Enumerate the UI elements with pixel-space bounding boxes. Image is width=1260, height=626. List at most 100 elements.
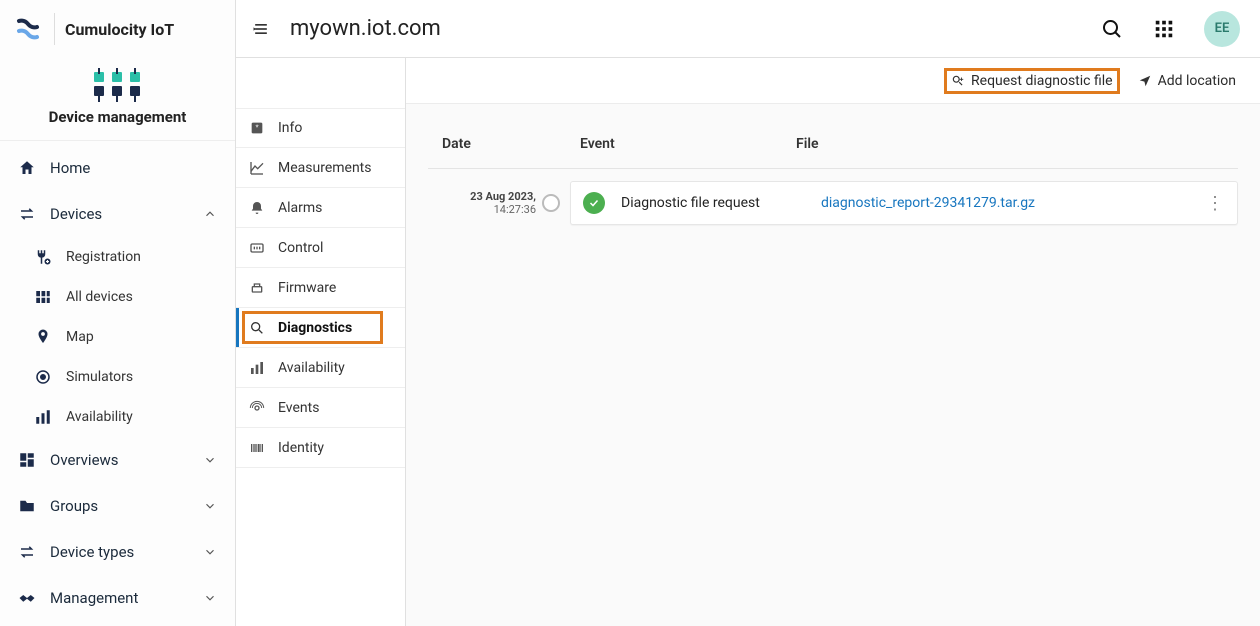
tab-info[interactable]: * Info	[236, 108, 405, 148]
nav-home[interactable]: Home	[0, 145, 235, 191]
add-location-button[interactable]: Add location	[1132, 69, 1242, 93]
timestamp-time: 14:27:36	[428, 203, 536, 216]
tab-measurements[interactable]: Measurements	[236, 148, 405, 188]
brand-module: Device management	[0, 58, 235, 141]
breadcrumb: myown.iot.com	[290, 16, 441, 41]
nav-label: Availability	[66, 409, 133, 425]
brand-logo-icon	[12, 13, 44, 45]
nav-devices-sub: Registration All devices Map Simulators	[0, 237, 235, 437]
swap-icon	[18, 205, 50, 223]
nav-overviews[interactable]: Overviews	[0, 437, 235, 483]
module-icon	[90, 68, 146, 102]
avatar[interactable]: EE	[1204, 11, 1240, 47]
diagnostics-tab-icon	[248, 320, 266, 336]
header: myown.iot.com EE	[236, 0, 1260, 58]
file-link[interactable]: diagnostic_report-29341279.tar.gz	[821, 195, 1035, 211]
tab-control[interactable]: Control	[236, 228, 405, 268]
nav-devices[interactable]: Devices	[0, 191, 235, 237]
tab-label: Control	[278, 240, 323, 256]
event-name: Diagnostic file request	[621, 195, 821, 211]
tab-label: Info	[278, 120, 302, 136]
brand-product-label: Cumulocity IoT	[65, 20, 174, 39]
sidebar-primary: Cumulocity IoT	[0, 0, 236, 626]
tab-label: Availability	[278, 360, 345, 376]
tab-label: Diagnostics	[278, 320, 352, 336]
alarms-tab-icon	[248, 200, 266, 216]
chevron-down-icon	[203, 453, 217, 467]
nav-availability[interactable]: Availability	[16, 397, 235, 437]
request-diagnostic-button[interactable]: Request diagnostic file	[944, 68, 1120, 94]
nav-simulators[interactable]: Simulators	[16, 357, 235, 397]
tab-events[interactable]: Events	[236, 388, 405, 428]
measurements-tab-icon	[248, 160, 266, 176]
timestamp-date: 23 Aug 2023,	[428, 190, 536, 203]
nav-label: Management	[50, 589, 138, 607]
control-tab-icon	[248, 240, 266, 256]
main-area: myown.iot.com EE * Info Measurements Alarms…	[236, 0, 1260, 626]
bars-icon	[34, 408, 66, 426]
tab-label: Events	[278, 400, 319, 416]
svg-text:*: *	[255, 124, 258, 133]
action-label: Request diagnostic file	[971, 73, 1113, 89]
devices-grid-icon	[34, 288, 66, 306]
identity-tab-icon	[248, 440, 266, 456]
nav-groups[interactable]: Groups	[0, 483, 235, 529]
plug-plus-icon	[34, 248, 66, 266]
firmware-tab-icon	[248, 280, 266, 296]
event-card: Diagnostic file request diagnostic_repor…	[570, 181, 1238, 225]
folder-icon	[18, 497, 50, 515]
sidebar-tabs: * Info Measurements Alarms Control Firmware Di…	[236, 58, 406, 626]
nav-label: Registration	[66, 249, 141, 265]
nav-label: All devices	[66, 289, 133, 305]
nav-registration[interactable]: Registration	[16, 237, 235, 277]
timestamp: 23 Aug 2023, 14:27:36	[428, 190, 536, 216]
brand-row: Cumulocity IoT	[0, 0, 235, 58]
tab-alarms[interactable]: Alarms	[236, 188, 405, 228]
status-success-icon	[583, 192, 605, 214]
nav-management[interactable]: Management	[0, 575, 235, 621]
handshake-icon	[18, 589, 50, 607]
nav-primary: Home Devices Registration All d	[0, 141, 235, 621]
nav-device-types[interactable]: Device types	[0, 529, 235, 575]
collapse-nav-icon[interactable]	[244, 12, 278, 46]
chevron-down-icon	[203, 499, 217, 513]
nav-label: Overviews	[50, 451, 119, 469]
events-tab-icon	[248, 400, 266, 416]
swap-icon	[18, 543, 50, 561]
location-arrow-icon	[1138, 74, 1152, 88]
tab-label: Identity	[278, 440, 324, 456]
search-icon[interactable]	[1092, 9, 1132, 49]
dashboard-icon	[18, 451, 50, 469]
col-header-date: Date	[442, 136, 580, 152]
tab-label: Firmware	[278, 280, 336, 296]
action-label: Add location	[1158, 73, 1236, 89]
apps-grid-icon[interactable]	[1144, 9, 1184, 49]
chevron-down-icon	[203, 591, 217, 605]
tab-label: Alarms	[278, 200, 322, 216]
brand-divider	[54, 13, 55, 45]
home-icon	[18, 159, 50, 177]
target-icon	[34, 368, 66, 386]
action-bar: Request diagnostic file Add location	[406, 58, 1260, 104]
chevron-down-icon	[203, 545, 217, 559]
nav-label: Devices	[50, 205, 102, 223]
diagnostic-icon	[951, 74, 965, 88]
event-row: 23 Aug 2023, 14:27:36 Diagnostic file re…	[428, 181, 1238, 225]
tab-identity[interactable]: Identity	[236, 428, 405, 468]
table-header: Date Event File	[428, 120, 1238, 169]
nav-map[interactable]: Map	[16, 317, 235, 357]
col-header-file: File	[796, 136, 1224, 152]
tab-availability[interactable]: Availability	[236, 348, 405, 388]
info-tab-icon: *	[248, 120, 266, 136]
tab-firmware[interactable]: Firmware	[236, 268, 405, 308]
nav-all-devices[interactable]: All devices	[16, 277, 235, 317]
nav-label: Groups	[50, 497, 98, 515]
nav-label: Home	[50, 159, 90, 177]
nav-label: Simulators	[66, 369, 133, 385]
timeline-dot-icon	[542, 194, 560, 212]
pin-icon	[34, 328, 66, 346]
nav-label: Map	[66, 329, 94, 345]
row-menu-icon[interactable]: ⋮	[1201, 193, 1229, 214]
module-label: Device management	[49, 108, 187, 126]
tab-diagnostics[interactable]: Diagnostics	[236, 308, 405, 348]
